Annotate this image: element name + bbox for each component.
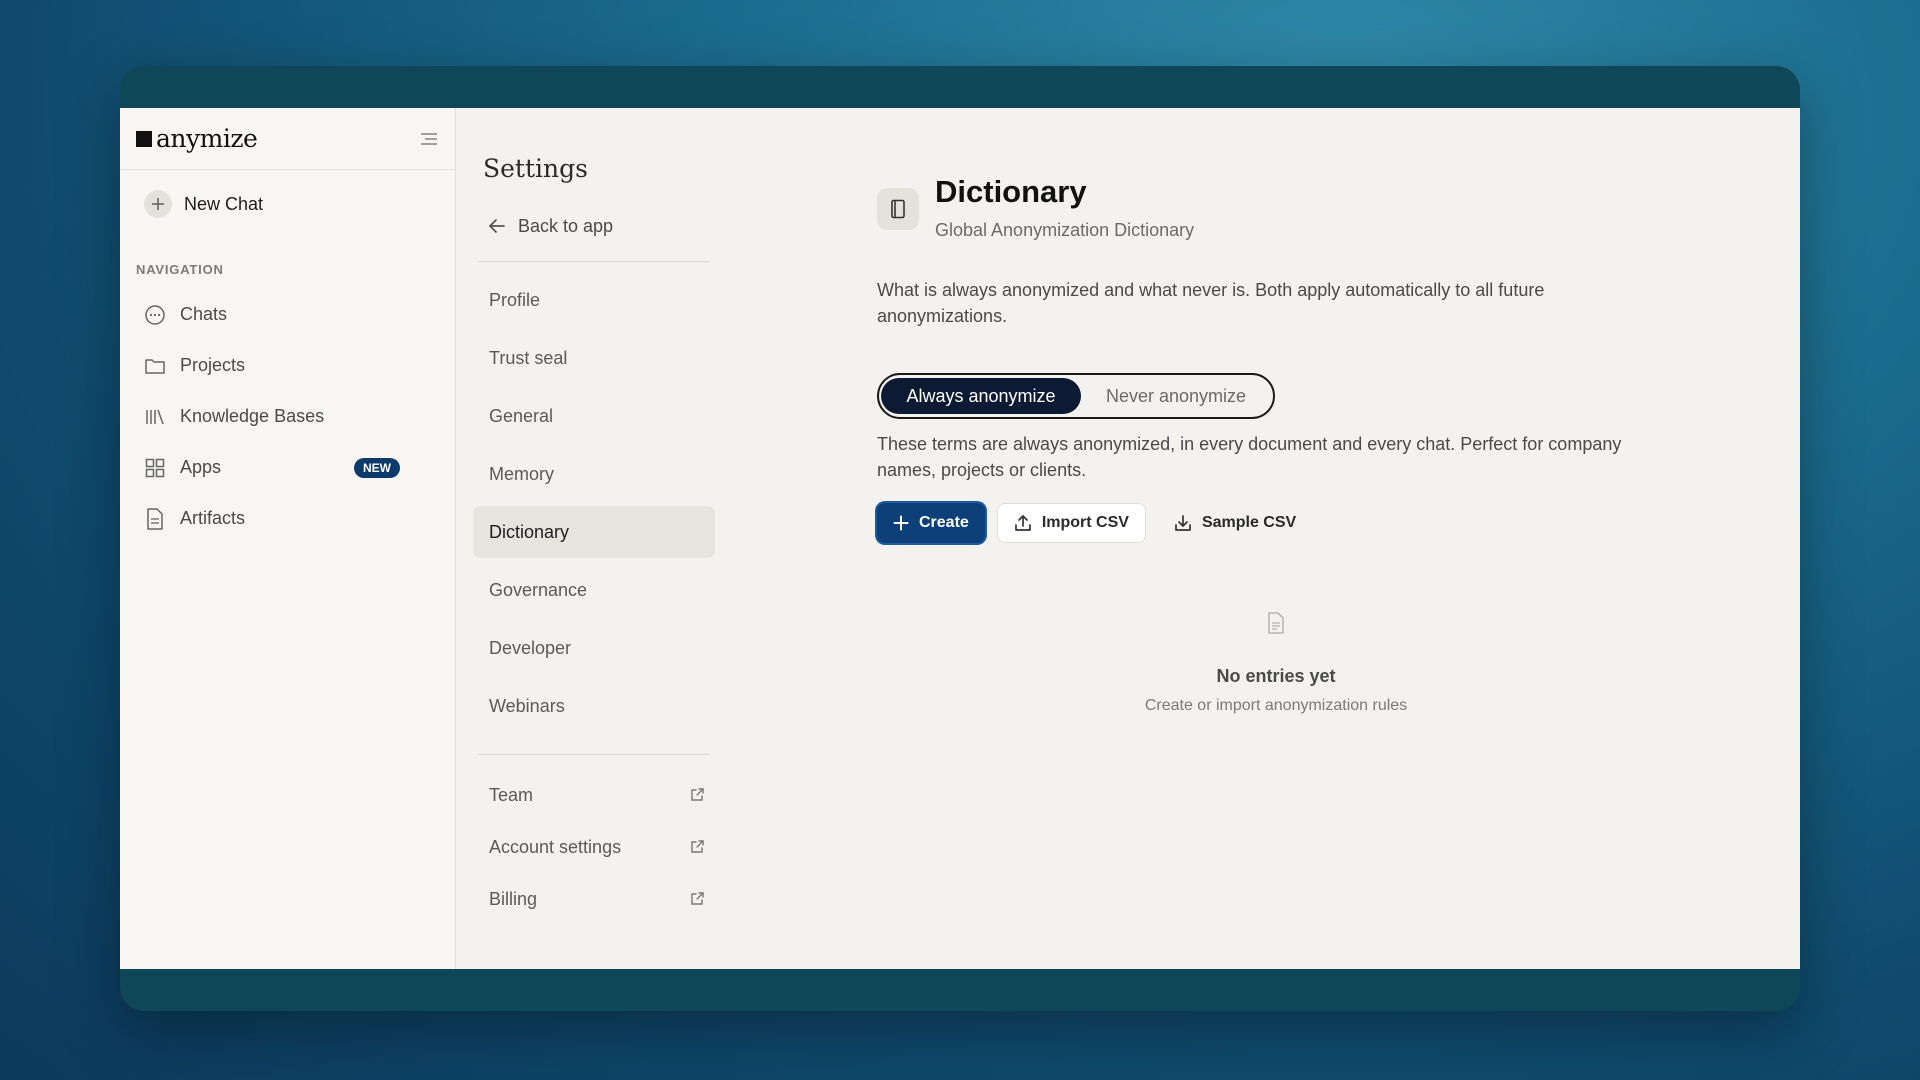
new-badge: NEW (354, 457, 400, 478)
import-csv-label: Import CSV (1041, 514, 1129, 531)
sidebar-toggle-icon[interactable] (419, 129, 439, 149)
menu-item-label: Developer (489, 637, 572, 658)
grid-icon (144, 457, 166, 479)
action-bar: Create Import CSV Sample CSV (877, 503, 1800, 543)
settings-menu: Settings Back to app Profile Trust seal … (456, 108, 716, 969)
new-chat-label: New Chat (184, 193, 264, 214)
plus-icon (893, 515, 909, 531)
sidebar-item-projects[interactable]: Projects (120, 340, 455, 391)
bookmark-icon (877, 188, 919, 230)
document-icon (144, 507, 166, 530)
divider (478, 754, 710, 755)
menu-item-governance[interactable]: Governance (473, 564, 715, 616)
menu-item-label: Governance (489, 579, 588, 600)
divider (478, 261, 710, 262)
settings-menu-list: Profile Trust seal General Memory Dictio… (473, 274, 716, 732)
sidebar-item-apps[interactable]: Apps NEW (120, 442, 455, 493)
sidebar-header: anymize (120, 108, 455, 170)
settings-title: Settings (483, 154, 588, 183)
download-icon (1175, 515, 1191, 531)
menu-item-general[interactable]: General (473, 390, 715, 442)
sample-csv-label: Sample CSV (1201, 514, 1297, 531)
sidebar-item-chats[interactable]: Chats (120, 289, 455, 340)
import-csv-button[interactable]: Import CSV (996, 503, 1146, 543)
logo-mark (136, 130, 152, 147)
page-description: What is always anonymized and what never… (877, 280, 1545, 326)
menu-item-trust-seal[interactable]: Trust seal (473, 332, 715, 384)
sidebar-item-artifacts[interactable]: Artifacts (120, 493, 455, 544)
main-content: Dictionary Global Anonymization Dictiona… (716, 108, 1800, 969)
never-anonymize-tab[interactable]: Never anonymize (1081, 378, 1271, 414)
menu-item-team[interactable]: Team (483, 769, 715, 821)
sidebar: anymize New Chat NAVIGATION Chats Projec… (120, 108, 456, 969)
menu-item-webinars[interactable]: Webinars (473, 680, 715, 732)
menu-item-label: General (489, 405, 554, 426)
external-link-icon (691, 892, 704, 905)
empty-state: No entries yet Create or import anonymiz… (877, 612, 1675, 715)
menu-item-label: Account settings (489, 836, 622, 857)
mode-description: These terms are always anonymized, in ev… (877, 434, 1622, 480)
app-window: anymize New Chat NAVIGATION Chats Projec… (120, 66, 1800, 1011)
menu-item-account-settings[interactable]: Account settings (483, 821, 715, 873)
nav-section-title: NAVIGATION (136, 262, 224, 277)
sidebar-item-knowledge-bases[interactable]: Knowledge Bases (120, 391, 455, 442)
logo-text: anymize (156, 124, 258, 153)
folder-icon (144, 355, 166, 377)
menu-item-label: Trust seal (489, 347, 568, 368)
sidebar-item-label: Knowledge Bases (180, 406, 325, 426)
upload-icon (1014, 515, 1031, 531)
create-label: Create (919, 514, 969, 531)
external-link-icon (691, 788, 704, 801)
sidebar-item-label: Projects (180, 355, 246, 375)
logo[interactable]: anymize (136, 124, 258, 153)
external-link-icon (691, 840, 704, 853)
back-to-app-link[interactable]: Back to app (483, 213, 716, 239)
menu-item-label: Profile (489, 289, 541, 310)
app-container: anymize New Chat NAVIGATION Chats Projec… (120, 108, 1800, 969)
sample-csv-button[interactable]: Sample CSV (1158, 503, 1312, 543)
page-subtitle: Global Anonymization Dictionary (935, 220, 1195, 240)
new-chat-button[interactable]: New Chat (144, 184, 443, 224)
sidebar-item-label: Apps (180, 457, 222, 477)
back-label: Back to app (518, 215, 614, 236)
sidebar-item-label: Chats (180, 304, 228, 324)
create-button[interactable]: Create (877, 503, 985, 543)
menu-item-label: Memory (489, 463, 555, 484)
mode-toggle: Always anonymize Never anonymize (877, 373, 1275, 419)
menu-item-billing[interactable]: Billing (483, 873, 715, 925)
menu-item-profile[interactable]: Profile (473, 274, 715, 326)
empty-state-title: No entries yet (1216, 666, 1336, 686)
empty-state-subtitle: Create or import anonymization rules (1144, 697, 1408, 714)
page-header: Dictionary Global Anonymization Dictiona… (877, 174, 1800, 241)
page-title: Dictionary (935, 174, 1087, 209)
file-icon (877, 612, 1675, 634)
menu-item-label: Webinars (489, 695, 565, 716)
plus-icon (144, 190, 172, 218)
menu-item-label: Dictionary (489, 521, 570, 542)
sidebar-item-label: Artifacts (180, 508, 246, 528)
menu-item-developer[interactable]: Developer (473, 622, 715, 674)
menu-item-dictionary[interactable]: Dictionary (473, 506, 715, 558)
menu-item-label: Billing (489, 888, 538, 909)
always-anonymize-tab[interactable]: Always anonymize (881, 378, 1081, 414)
arrow-left-icon (489, 219, 505, 233)
chat-bubble-icon (144, 304, 166, 326)
menu-item-label: Team (489, 784, 534, 805)
library-icon (144, 406, 166, 428)
menu-item-memory[interactable]: Memory (473, 448, 715, 500)
